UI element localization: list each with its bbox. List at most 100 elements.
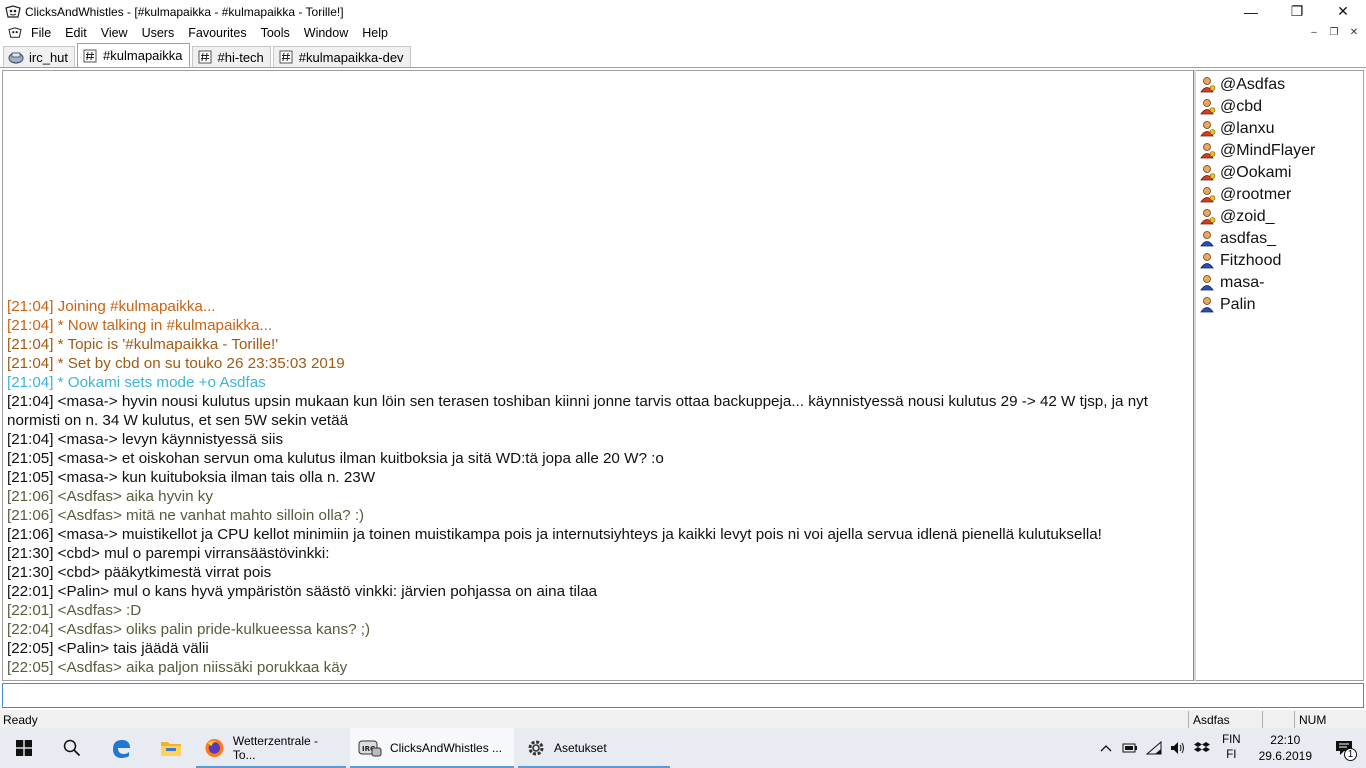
menu-users[interactable]: Users xyxy=(135,23,182,43)
tab-label: irc_hut xyxy=(29,49,69,65)
mdi-close-button[interactable]: ✕ xyxy=(1346,25,1362,40)
irc-icon: IRC xyxy=(358,740,382,757)
mdi-window-icon[interactable] xyxy=(6,24,24,42)
status-bar: Ready Asdfas NUM xyxy=(0,710,1366,730)
user-item[interactable]: @Asdfas xyxy=(1196,74,1363,96)
menu-view[interactable]: View xyxy=(94,23,135,43)
tab-label: #hi-tech xyxy=(217,49,264,65)
file-explorer-icon[interactable] xyxy=(146,728,196,768)
chat-line: [21:04] <masa-> hyvin nousi kulutus upsi… xyxy=(7,393,1153,429)
edge-browser-icon[interactable] xyxy=(96,728,146,768)
taskbar-app-label: ClicksAndWhistles ... xyxy=(390,741,503,755)
user-item[interactable]: @lanxu xyxy=(1196,118,1363,140)
message-input[interactable] xyxy=(3,684,1363,707)
op-user-icon xyxy=(1200,77,1216,93)
menu-tools[interactable]: Tools xyxy=(254,23,297,43)
channel-hash-icon xyxy=(82,49,98,63)
chat-line: [21:05] <masa-> et oiskohan servun oma k… xyxy=(7,450,664,467)
chat-line: [22:01] <Palin> mul o kans hyvä ympärist… xyxy=(7,583,598,600)
op-user-icon xyxy=(1200,121,1216,137)
search-icon[interactable] xyxy=(48,728,96,768)
chat-line: [21:04] * Set by cbd on su touko 26 23:3… xyxy=(7,355,345,372)
tab-irc-hut[interactable]: irc_hut xyxy=(3,46,76,67)
chat-line: [21:04] Joining #kulmapaikka... xyxy=(7,298,216,315)
user-item[interactable]: @cbd xyxy=(1196,96,1363,118)
tab-kulmapaikka-dev[interactable]: #kulmapaikka-dev xyxy=(272,46,411,67)
op-user-icon xyxy=(1200,209,1216,225)
menu-favourites[interactable]: Favourites xyxy=(181,23,253,43)
menu-window[interactable]: Window xyxy=(297,23,355,43)
taskbar-app-asetukset[interactable]: Asetukset xyxy=(518,728,670,768)
user-item[interactable]: @MindFlayer xyxy=(1196,140,1363,162)
volume-icon[interactable] xyxy=(1166,728,1190,768)
chat-line: [21:06] <Asdfas> aika hyvin ky xyxy=(7,488,213,505)
chat-line: [21:04] <masa-> levyn käynnistyessä siis xyxy=(7,431,284,448)
notifications-icon[interactable]: 1 xyxy=(1322,728,1366,768)
user-item[interactable]: Fitzhood xyxy=(1196,250,1363,272)
input-language[interactable]: FIN FI xyxy=(1222,733,1241,763)
chat-log[interactable]: [21:04] Joining #kulmapaikka... [21:04] … xyxy=(2,70,1194,681)
op-user-icon xyxy=(1200,99,1216,115)
status-nick: Asdfas xyxy=(1188,711,1262,729)
chat-line: [22:05] <Asdfas> aika paljon niissäki po… xyxy=(7,659,348,676)
chat-line: [21:04] * Ookami sets mode +o Asdfas xyxy=(7,374,266,391)
message-input-wrap xyxy=(2,683,1364,708)
tab-hi-tech[interactable]: #hi-tech xyxy=(191,46,271,67)
user-list[interactable]: @Asdfas @cbd @lanxu @MindFlayer @Ookami … xyxy=(1196,70,1364,681)
taskbar-app-label: Asetukset xyxy=(554,741,607,755)
taskbar-app-label: Wetterzentrale - To... xyxy=(232,734,319,762)
user-icon xyxy=(1200,297,1214,313)
window-title: ClicksAndWhistles - [#kulmapaikka - #kul… xyxy=(25,4,344,19)
user-item[interactable]: @rootmer xyxy=(1196,184,1363,206)
status-num: NUM xyxy=(1294,711,1366,729)
op-user-icon xyxy=(1200,165,1216,181)
tab-bar: irc_hut #kulmapaikka #hi-tech #kulmapaik… xyxy=(0,43,1366,68)
menu-file[interactable]: File xyxy=(24,23,58,43)
channel-hash-icon xyxy=(197,50,213,64)
taskbar-app-clicksandwhistles[interactable]: IRC ClicksAndWhistles ... xyxy=(350,728,514,768)
channel-hash-icon xyxy=(278,50,294,64)
user-item[interactable]: asdfas_ xyxy=(1196,228,1363,250)
user-item[interactable]: @Ookami xyxy=(1196,162,1363,184)
windows-start-icon[interactable] xyxy=(0,728,48,768)
chat-line: [22:01] <Asdfas> :D xyxy=(7,602,142,619)
tab-label: #kulmapaikka-dev xyxy=(298,49,404,65)
app-logo-icon xyxy=(4,3,22,21)
chat-line: [21:05] <masa-> kun kuituboksia ilman ta… xyxy=(7,469,376,486)
user-item[interactable]: Palin xyxy=(1196,294,1363,316)
chat-lines: [21:04] Joining #kulmapaikka... [21:04] … xyxy=(7,297,1191,677)
menu-bar: File Edit View Users Favourites Tools Wi… xyxy=(0,23,1366,43)
user-item[interactable]: @zoid_ xyxy=(1196,206,1363,228)
close-button[interactable]: ✕ xyxy=(1320,0,1366,23)
maximize-button[interactable]: ❐ xyxy=(1274,0,1320,23)
chat-line: [21:06] <Asdfas> mitä ne vanhat mahto si… xyxy=(7,507,365,524)
chat-line: [21:06] <masa-> muistikellot ja CPU kell… xyxy=(7,526,1102,543)
menu-edit[interactable]: Edit xyxy=(58,23,94,43)
user-item[interactable]: masa- xyxy=(1196,272,1363,294)
taskbar: Wetterzentrale - To... IRC ClicksAndWhis… xyxy=(0,728,1366,768)
dropbox-icon[interactable] xyxy=(1190,728,1214,768)
chevron-up-icon[interactable] xyxy=(1094,728,1118,768)
server-icon xyxy=(8,50,24,64)
taskbar-app-wetterzentrale[interactable]: Wetterzentrale - To... xyxy=(196,728,346,768)
status-empty-cell xyxy=(1262,711,1294,729)
battery-icon[interactable] xyxy=(1118,728,1142,768)
op-user-icon xyxy=(1200,187,1216,203)
chat-line: [21:30] <cbd> mul o parempi virransäästö… xyxy=(7,545,330,562)
notification-count-badge: 1 xyxy=(1344,748,1357,761)
title-bar: ClicksAndWhistles - [#kulmapaikka - #kul… xyxy=(0,0,1366,23)
chat-line: [22:04] <Asdfas> oliks palin pride-kulku… xyxy=(7,621,371,638)
mdi-restore-button[interactable]: ❐ xyxy=(1326,25,1342,40)
tab-label: #kulmapaikka xyxy=(103,48,183,63)
minimize-button[interactable]: — xyxy=(1228,0,1274,23)
clock[interactable]: 22:10 29.6.2019 xyxy=(1259,732,1312,764)
chat-line: [21:30] <cbd> pääkytkimestä virrat pois xyxy=(7,564,272,581)
wifi-icon[interactable] xyxy=(1142,728,1166,768)
menu-help[interactable]: Help xyxy=(355,23,395,43)
op-user-icon xyxy=(1200,143,1216,159)
status-ready: Ready xyxy=(3,713,38,727)
tab-kulmapaikka[interactable]: #kulmapaikka xyxy=(77,43,190,67)
gear-icon xyxy=(528,740,544,756)
mdi-minimize-button[interactable]: – xyxy=(1306,25,1322,40)
firefox-icon xyxy=(205,738,224,758)
